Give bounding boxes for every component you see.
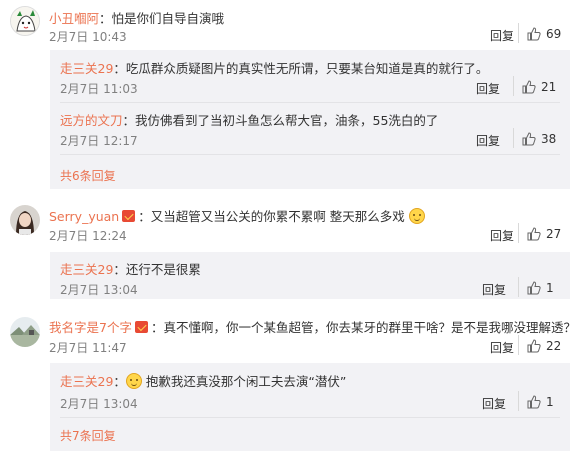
girl-photo-avatar-icon [10,205,40,235]
comment-username[interactable]: 小丑嗰阿 [49,11,99,26]
comment-username[interactable]: Serry_yuan [49,209,119,224]
thumbs-up-icon [522,80,536,94]
reply-username[interactable]: 走三关29 [60,262,113,277]
reply-time: 2月7日 13:04 [60,283,138,297]
landscape-avatar-icon [10,317,40,347]
thumbs-up-icon [527,339,541,353]
thumbs-up-icon [527,27,541,41]
thumbs-up-icon [527,227,541,241]
comment-text: ：又当超管又当公关的你累不累啊 整天那么多戏 [138,209,405,224]
reply-button[interactable]: 回复 [490,227,514,244]
reply-time: 2月7日 12:17 [60,134,138,148]
thumbs-up-icon [527,281,541,295]
comment-text: ：真不懂啊，你一个某鱼超管，你去某牙的群里干啥？是不是我哪没理解透？ [150,320,573,335]
divider [60,417,560,418]
vip-badge-icon [122,210,136,222]
thumbs-up-icon [527,395,541,409]
cartoon-avatar-icon [11,7,39,35]
like-count: 21 [541,80,557,94]
reply-text: ：我仿佛看到了当初斗鱼怎么帮大官，油条，55洗白的了 [122,113,439,128]
divider [518,391,519,411]
comment-text: ：怕是你们自导自演哦 [99,11,225,26]
like-count: 38 [541,132,557,146]
divider [518,223,519,243]
comment-item: 我名字是7个字 ：真不懂啊，你一个某鱼超管，你去某牙的群里干啥？是不是我哪没理解透… [0,305,573,457]
like-button[interactable]: 22 [518,335,562,355]
reply-item: 走三关29：吃瓜群众质疑图片的真实性无所谓，只要某台知道是真的就行了。 2月7日… [60,58,570,104]
divider [518,23,519,43]
reply-thread: 走三关29： 抱歉我还真没那个闲工夫去演“潜伏” 2月7日 13:04 回复 1… [50,363,570,451]
comment-line: 小丑嗰阿：怕是你们自导自演哦 [49,8,224,27]
like-count: 22 [546,339,562,353]
like-button[interactable]: 1 [518,391,554,411]
reply-thread: 走三关29：吃瓜群众质疑图片的真实性无所谓，只要某台知道是真的就行了。 2月7日… [50,50,570,189]
reply-line: 走三关29：吃瓜群众质疑图片的真实性无所谓，只要某台知道是真的就行了。 [60,58,488,77]
like-button[interactable]: 21 [513,76,557,96]
reply-username[interactable]: 远方的文刀 [60,113,123,128]
reply-button[interactable]: 回复 [476,80,500,97]
comment-time: 2月7日 12:24 [49,229,127,243]
divider [518,335,519,355]
divider [513,76,514,96]
reply-button[interactable]: 回复 [482,395,506,412]
reply-button[interactable]: 回复 [490,339,514,356]
reply-item: 远方的文刀：我仿佛看到了当初斗鱼怎么帮大官，油条，55洗白的了 2月7日 12:… [60,110,570,156]
reply-username[interactable]: 走三关29 [60,61,113,76]
reply-button[interactable]: 回复 [482,281,506,298]
reply-thread: 走三关29：还行不是很累 2月7日 13:04 回复 1 [50,252,570,299]
like-button[interactable]: 38 [513,128,557,148]
reply-text: ：吃瓜群众质疑图片的真实性无所谓，只要某台知道是真的就行了。 [113,61,489,76]
reply-time: 2月7日 13:04 [60,397,138,411]
reply-text: 抱歉我还真没那个闲工夫去演“潜伏” [145,374,347,389]
like-count: 1 [546,281,554,295]
like-button[interactable]: 27 [518,223,562,243]
reply-username[interactable]: 走三关29 [60,374,113,389]
reply-line: 走三关29： 抱歉我还真没那个闲工夫去演“潜伏” [60,373,347,389]
user-avatar[interactable] [10,6,40,36]
reply-item: 走三关29：还行不是很累 2月7日 13:04 回复 1 [60,259,570,299]
reply-line: 走三关29：还行不是很累 [60,259,201,278]
smirk-emoji-icon [408,208,425,224]
divider [518,277,519,297]
comment-time: 2月7日 10:43 [49,30,127,44]
divider [60,102,560,103]
comment-username[interactable]: 我名字是7个字 [49,320,132,335]
reply-item: 走三关29： 抱歉我还真没那个闲工夫去演“潜伏” 2月7日 13:04 回复 1 [60,371,570,418]
reply-time: 2月7日 11:03 [60,82,138,96]
like-button[interactable]: 69 [518,23,562,43]
like-button[interactable]: 1 [518,277,554,297]
comment-line: Serry_yuan ：又当超管又当公关的你累不累啊 整天那么多戏 [49,206,425,225]
thumbs-up-icon [522,132,536,146]
vip-badge-icon [134,321,148,333]
divider [60,154,560,155]
sweat-emoji-icon [125,373,142,389]
reply-line: 远方的文刀：我仿佛看到了当初斗鱼怎么帮大官，油条，55洗白的了 [60,110,438,129]
user-avatar[interactable] [10,205,40,235]
reply-button[interactable]: 回复 [490,27,514,44]
comment-time: 2月7日 11:47 [49,341,127,355]
like-count: 69 [546,27,562,41]
more-replies-link[interactable]: 共7条回复 [60,427,116,444]
like-count: 1 [546,395,554,409]
user-avatar[interactable] [10,317,40,347]
comment-line: 我名字是7个字 ：真不懂啊，你一个某鱼超管，你去某牙的群里干啥？是不是我哪没理解透… [49,317,573,336]
divider [513,128,514,148]
reply-button[interactable]: 回复 [476,132,500,149]
more-replies-link[interactable]: 共6条回复 [60,167,116,184]
reply-text: ：还行不是很累 [113,262,201,277]
like-count: 27 [546,227,562,241]
comment-item: 小丑嗰阿：怕是你们自导自演哦 2月7日 10:43 回复 69 走三关29：吃瓜… [0,0,573,195]
comment-item: Serry_yuan ：又当超管又当公关的你累不累啊 整天那么多戏 2月7日 12… [0,195,573,305]
